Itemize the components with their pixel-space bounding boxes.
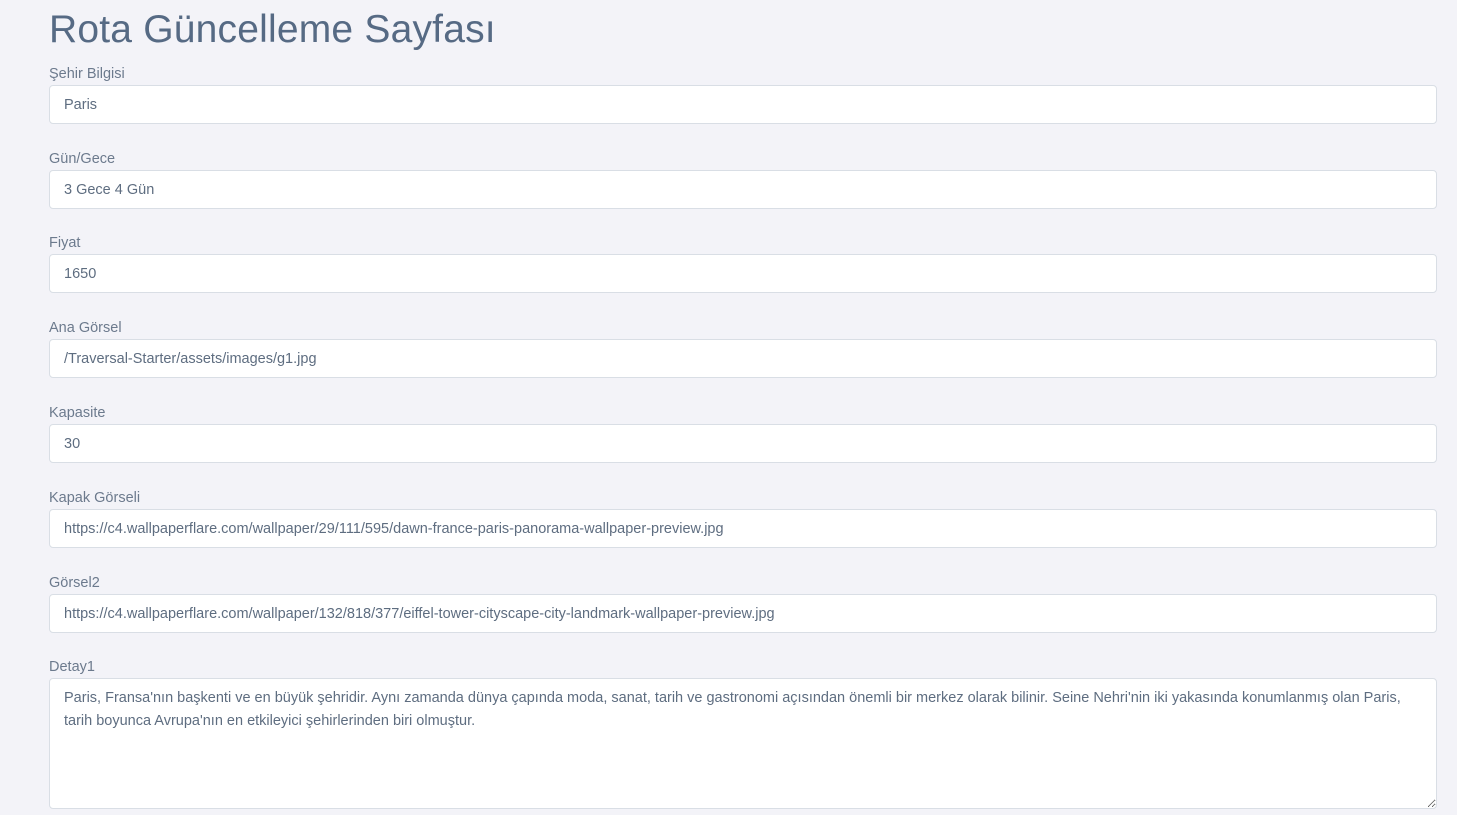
image2-label: Görsel2 — [49, 575, 100, 591]
cover-image-label: Kapak Görseli — [49, 490, 141, 506]
detail1-field-group: Detay1 Paris, Fransa'nın başkenti ve en … — [49, 656, 1437, 809]
main-image-field-group: Ana Görsel — [49, 317, 1437, 378]
detail1-textarea[interactable]: Paris, Fransa'nın başkenti ve en büyük ş… — [49, 678, 1437, 809]
cover-image-input[interactable] — [49, 509, 1437, 548]
day-night-label: Gün/Gece — [49, 151, 116, 167]
capacity-field-group: Kapasite — [49, 402, 1437, 463]
capacity-input[interactable] — [49, 424, 1437, 463]
main-image-label: Ana Görsel — [49, 320, 122, 336]
day-night-input[interactable] — [49, 170, 1437, 209]
city-label: Şehir Bilgisi — [49, 66, 125, 82]
price-input[interactable] — [49, 254, 1437, 293]
detail1-label: Detay1 — [49, 659, 95, 675]
image2-field-group: Görsel2 — [49, 572, 1437, 633]
page-title: Rota Güncelleme Sayfası — [49, 8, 496, 51]
image2-input[interactable] — [49, 594, 1437, 633]
cover-image-field-group: Kapak Görseli — [49, 487, 1437, 548]
capacity-label: Kapasite — [49, 405, 106, 421]
route-update-page: Rota Güncelleme Sayfası Şehir Bilgisi Gü… — [0, 0, 1457, 815]
price-field-group: Fiyat — [49, 232, 1437, 293]
main-image-input[interactable] — [49, 339, 1437, 378]
city-input[interactable] — [49, 85, 1437, 124]
day-night-field-group: Gün/Gece — [49, 148, 1437, 209]
city-field-group: Şehir Bilgisi — [49, 63, 1437, 124]
price-label: Fiyat — [49, 235, 81, 251]
